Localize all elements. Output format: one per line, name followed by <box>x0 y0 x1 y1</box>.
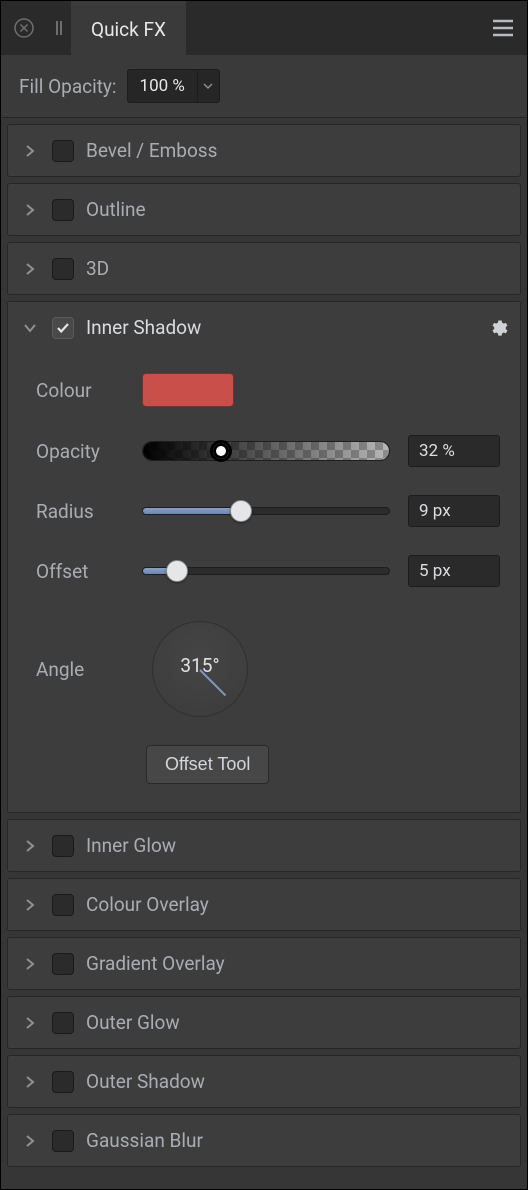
section-header[interactable]: Outline <box>8 184 520 235</box>
checkbox[interactable] <box>52 199 74 221</box>
section-outline: Outline <box>7 183 521 236</box>
checkbox[interactable] <box>52 894 74 916</box>
section-outer-shadow: Outer Shadow <box>7 1055 521 1108</box>
chevron-right-icon[interactable] <box>20 200 40 220</box>
section-title: Inner Shadow <box>86 316 201 339</box>
section-gaussian-blur: Gaussian Blur <box>7 1114 521 1167</box>
angle-dial[interactable]: 315° <box>152 621 248 717</box>
titlebar: Quick FX <box>1 1 527 55</box>
checkbox[interactable] <box>52 258 74 280</box>
checkbox[interactable] <box>52 953 74 975</box>
section-header[interactable]: Gaussian Blur <box>8 1115 520 1166</box>
section-title: Outline <box>86 198 146 221</box>
opacity-label: Opacity <box>36 440 124 463</box>
colour-label: Colour <box>36 379 124 402</box>
chevron-down-icon[interactable] <box>20 318 40 338</box>
section-inner-glow: Inner Glow <box>7 819 521 872</box>
offset-tool-button[interactable]: Offset Tool <box>146 745 269 784</box>
dock-handle-icon[interactable] <box>47 1 71 55</box>
section-header[interactable]: Outer Glow <box>8 997 520 1048</box>
angle-label: Angle <box>36 658 124 681</box>
chevron-right-icon[interactable] <box>20 259 40 279</box>
section-title: Colour Overlay <box>86 893 209 916</box>
section-3d: 3D <box>7 242 521 295</box>
section-header[interactable]: Bevel / Emboss <box>8 125 520 176</box>
chevron-right-icon[interactable] <box>20 954 40 974</box>
chevron-right-icon[interactable] <box>20 141 40 161</box>
offset-row: Offset 5 px <box>36 555 500 587</box>
inner-shadow-controls: Colour Opacity 32 % Radius <box>8 353 520 812</box>
chevron-right-icon[interactable] <box>20 836 40 856</box>
section-header[interactable]: Colour Overlay <box>8 879 520 930</box>
close-icon[interactable] <box>1 1 47 55</box>
colour-row: Colour <box>36 373 500 407</box>
chevron-right-icon[interactable] <box>20 1072 40 1092</box>
tab-quick-fx[interactable]: Quick FX <box>71 1 186 55</box>
section-title: Inner Glow <box>86 834 176 857</box>
section-header[interactable]: Outer Shadow <box>8 1056 520 1107</box>
section-header[interactable]: Inner Shadow <box>8 302 520 353</box>
gear-icon[interactable] <box>488 318 508 338</box>
fill-opacity-row: Fill Opacity: 100 % <box>1 55 527 118</box>
checkbox[interactable] <box>52 317 74 339</box>
opacity-value[interactable]: 32 % <box>408 435 500 467</box>
checkbox[interactable] <box>52 835 74 857</box>
section-title: 3D <box>86 257 109 280</box>
checkbox[interactable] <box>52 1071 74 1093</box>
fill-opacity-input[interactable]: 100 % <box>127 69 220 103</box>
section-title: Outer Shadow <box>86 1070 205 1093</box>
section-bevel-emboss: Bevel / Emboss <box>7 124 521 177</box>
offset-value[interactable]: 5 px <box>408 555 500 587</box>
section-title: Outer Glow <box>86 1011 180 1034</box>
panel-menu-icon[interactable] <box>479 1 527 55</box>
section-title: Bevel / Emboss <box>86 139 217 162</box>
section-header[interactable]: 3D <box>8 243 520 294</box>
radius-value[interactable]: 9 px <box>408 495 500 527</box>
opacity-row: Opacity 32 % <box>36 435 500 467</box>
opacity-slider[interactable] <box>142 438 390 464</box>
chevron-down-icon[interactable] <box>197 70 219 102</box>
angle-value: 315° <box>180 654 219 677</box>
quick-fx-panel: Quick FX Fill Opacity: 100 % Bevel / Emb… <box>0 0 528 1190</box>
checkbox[interactable] <box>52 1012 74 1034</box>
offset-slider[interactable] <box>142 558 390 584</box>
chevron-right-icon[interactable] <box>20 1013 40 1033</box>
section-gradient-overlay: Gradient Overlay <box>7 937 521 990</box>
fill-opacity-value[interactable]: 100 % <box>128 70 197 102</box>
section-colour-overlay: Colour Overlay <box>7 878 521 931</box>
radius-row: Radius 9 px <box>36 495 500 527</box>
offset-label: Offset <box>36 560 124 583</box>
section-title: Gaussian Blur <box>86 1129 203 1152</box>
tab-label: Quick FX <box>91 18 166 41</box>
radius-slider[interactable] <box>142 498 390 524</box>
effects-list: Bevel / Emboss Outline 3D Inner Shadow <box>1 118 527 1189</box>
fill-opacity-label: Fill Opacity: <box>19 75 117 98</box>
angle-row: Angle 315° <box>36 621 500 717</box>
section-title: Gradient Overlay <box>86 952 225 975</box>
checkbox[interactable] <box>52 1130 74 1152</box>
radius-label: Radius <box>36 500 124 523</box>
section-outer-glow: Outer Glow <box>7 996 521 1049</box>
checkbox[interactable] <box>52 140 74 162</box>
colour-swatch[interactable] <box>142 373 234 407</box>
section-inner-shadow: Inner Shadow Colour Opacity 3 <box>7 301 521 813</box>
chevron-right-icon[interactable] <box>20 1131 40 1151</box>
chevron-right-icon[interactable] <box>20 895 40 915</box>
section-header[interactable]: Inner Glow <box>8 820 520 871</box>
section-header[interactable]: Gradient Overlay <box>8 938 520 989</box>
